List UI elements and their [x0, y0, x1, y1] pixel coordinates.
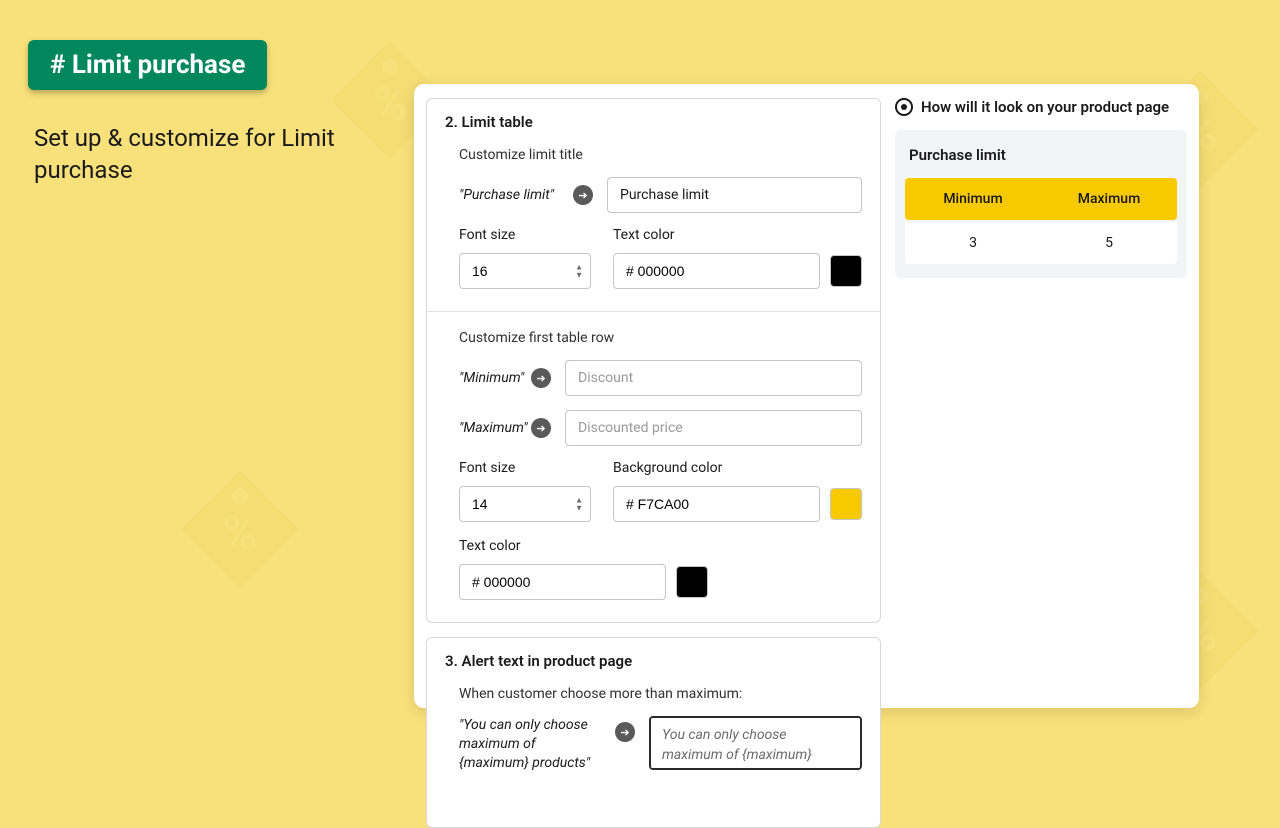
customize-first-row-section: Customize first table row "Minimum" "Max… — [427, 311, 880, 622]
eye-icon — [895, 98, 913, 116]
font-size-label: Font size — [459, 460, 591, 476]
number-stepper[interactable]: ▲▼ — [575, 264, 583, 279]
panel-title: 2. Limit table — [427, 99, 880, 143]
preview-col-minimum: Minimum — [905, 178, 1041, 220]
section-heading: Customize limit title — [459, 147, 862, 163]
preview-title: Purchase limit — [909, 146, 1173, 164]
preview-heading: How will it look on your product page — [921, 98, 1169, 116]
alert-text-input[interactable] — [649, 716, 862, 770]
panel-title: 3. Alert text in product page — [427, 638, 880, 682]
row-font-size-input[interactable] — [459, 486, 591, 522]
title-text-color-input[interactable] — [613, 253, 820, 289]
maximum-label: "Maximum" — [459, 420, 517, 436]
maximum-input[interactable] — [565, 410, 862, 446]
page-subtitle: Set up & customize for Limit purchase — [34, 122, 384, 187]
preview-box: Purchase limit Minimum Maximum 3 5 — [895, 130, 1187, 278]
arrow-right-icon — [573, 185, 593, 205]
section-heading: When customer choose more than maximum: — [459, 686, 862, 702]
row-text-color-swatch[interactable] — [676, 566, 708, 598]
row-text-color-input[interactable] — [459, 564, 666, 600]
title-text-color-swatch[interactable] — [830, 255, 862, 287]
alert-text-panel: 3. Alert text in product page When custo… — [426, 637, 881, 828]
preview-val-minimum: 3 — [905, 222, 1041, 264]
svg-text:%: % — [222, 506, 257, 562]
preview-val-maximum: 5 — [1041, 222, 1177, 264]
text-color-label: Text color — [459, 538, 649, 554]
arrow-right-icon — [615, 722, 635, 742]
minimum-input[interactable] — [565, 360, 862, 396]
arrow-right-icon — [531, 418, 551, 438]
row-bg-color-input[interactable] — [613, 486, 820, 522]
settings-card: 2. Limit table Customize limit title "Pu… — [414, 84, 1199, 708]
customize-title-section: Customize limit title "Purchase limit" F… — [427, 143, 880, 311]
preview-column: How will it look on your product page Pu… — [895, 98, 1187, 694]
purchase-limit-label: "Purchase limit" — [459, 187, 559, 203]
bg-color-label: Background color — [613, 460, 862, 476]
preview-col-maximum: Maximum — [1041, 178, 1177, 220]
page-badge: # Limit purchase — [28, 40, 267, 90]
font-size-label: Font size — [459, 227, 591, 243]
number-stepper[interactable]: ▲▼ — [575, 497, 583, 512]
bg-tag-icon: % — [170, 460, 310, 600]
text-color-label: Text color — [613, 227, 862, 243]
minimum-label: "Minimum" — [459, 370, 517, 386]
section-heading: Customize first table row — [459, 330, 862, 346]
row-bg-color-swatch[interactable] — [830, 488, 862, 520]
arrow-right-icon — [531, 368, 551, 388]
title-font-size-input[interactable] — [459, 253, 591, 289]
limit-table-panel: 2. Limit table Customize limit title "Pu… — [426, 98, 881, 623]
title-input[interactable] — [607, 177, 862, 213]
preview-table-header: Minimum Maximum — [905, 178, 1177, 220]
alert-default-label: "You can only choose maximum of {maximum… — [459, 716, 601, 773]
preview-table-row: 3 5 — [905, 222, 1177, 264]
